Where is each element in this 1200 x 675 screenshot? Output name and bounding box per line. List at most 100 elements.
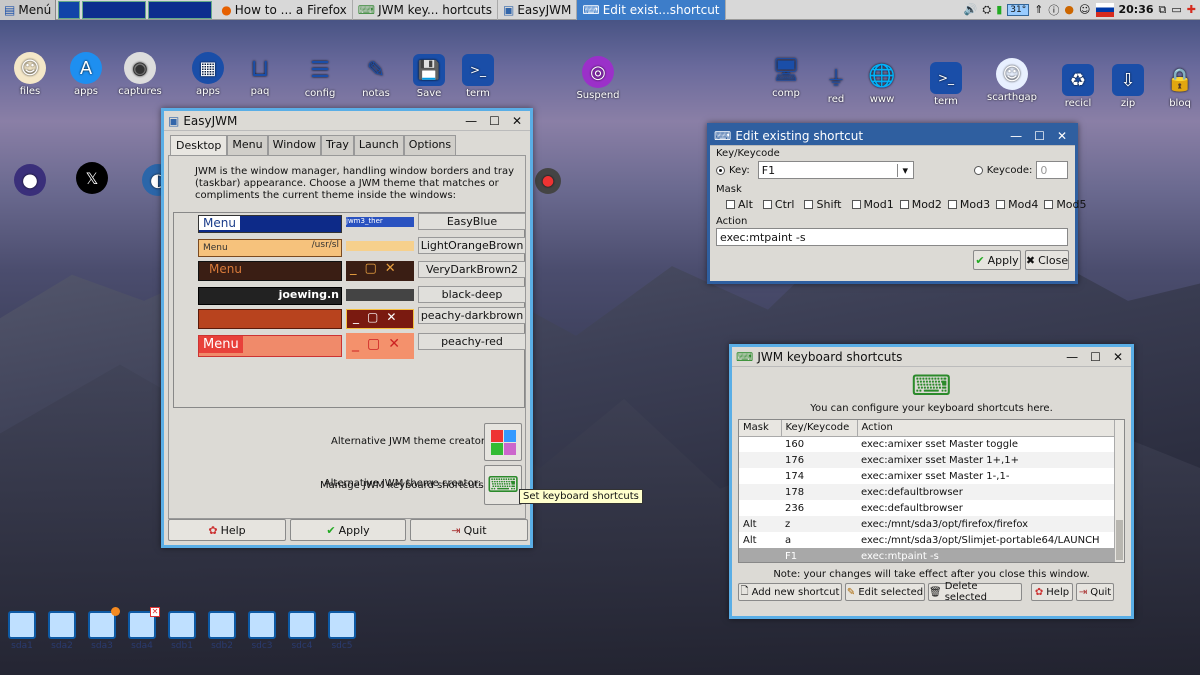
task-easyjwm[interactable]: ▣ EasyJWM [498,0,578,20]
desktop-icon-bloq[interactable]: 🔒 bloq [1150,64,1200,110]
mask-mod3-checkbox[interactable]: Mod3 [947,198,990,211]
update-icon[interactable]: ⇑ [1034,3,1043,16]
edit-close-button[interactable]: ✖ Close [1025,250,1069,270]
desktop-icon-term[interactable]: >_ term [448,54,508,99]
scrollbar-thumb[interactable] [1116,520,1123,560]
add-shortcut-button[interactable]: 🗋 Add new shortcut [738,583,842,601]
theme-preview-verydarkbrown2[interactable]: Menu [198,261,342,281]
table-row[interactable]: 174 exec:amixer sset Master 1-,1- [739,468,1115,484]
close-icon[interactable]: ✕ [512,114,522,128]
table-row[interactable]: Alt a exec:/mnt/sda3/opt/Slimjet-portable6… [739,532,1115,548]
canada-flag-icon[interactable]: ✚ [1187,3,1196,16]
drive-icon[interactable] [248,611,276,639]
table-row[interactable]: 178 exec:defaultbrowser [739,484,1115,500]
task-jwm-shortcuts[interactable]: ⌨ JWM key... hortcuts [353,0,498,20]
start-menu-button[interactable]: ▤ Menú [0,0,57,20]
mask-mod4-checkbox[interactable]: Mod4 [996,198,1038,211]
drive-icon[interactable]: ✕ [128,607,160,639]
theme-easyblue-button[interactable]: EasyBlue [418,213,526,230]
tab-options[interactable]: Options [403,135,457,155]
theme-verydarkbrown2-button[interactable]: VeryDarkBrown2 [418,261,526,278]
workspace-1[interactable] [58,0,81,19]
column-keycode[interactable]: Key/Keycode [781,420,858,437]
record-icon[interactable]: ● [1064,3,1074,16]
battery-icon[interactable]: ▮ [996,3,1002,16]
mask-alt-checkbox[interactable]: Alt [726,198,753,211]
minimize-icon[interactable]: — [1010,129,1022,143]
action-input[interactable]: exec:mtpaint -s [716,228,1068,246]
desktop-icon-www[interactable]: 🌐 www [852,60,912,106]
desktop-icon-notas[interactable]: ✎ notas [346,54,406,100]
drive-icon[interactable] [288,611,316,639]
theme-preview-peachy-red[interactable]: Menu [198,335,342,357]
maximize-icon[interactable]: ☐ [1090,350,1101,364]
minimize-icon[interactable]: — [1066,350,1078,364]
maximize-icon[interactable]: ☐ [489,114,500,128]
desktop-icon-captures[interactable]: ◉ captures [110,52,170,97]
theme-preview-peachy-darkbrown[interactable] [198,309,342,329]
manage-shortcuts-button[interactable]: ⌨ [484,465,522,505]
shortcuts-titlebar[interactable]: ⌨ JWM keyboard shortcuts — ☐ ✕ [732,347,1131,367]
drive-icon[interactable] [8,611,36,639]
tab-menu[interactable]: Menu [227,135,268,155]
shortcuts-quit-button[interactable]: ⇥ Quit [1076,583,1114,601]
desktop-icon-zip[interactable]: ⇩ zip [1098,64,1158,109]
workspace-3[interactable] [148,0,213,19]
desktop-icon-term-2[interactable]: >_ term [916,62,976,107]
help-button[interactable]: ✿ Help [168,519,286,541]
desktop-icon-apps[interactable]: Aapps [56,52,116,97]
edit-selected-button[interactable]: ✎ Edit selected [845,583,925,601]
table-row[interactable]: 176 exec:amixer sset Master 1+,1+ [739,452,1115,468]
flag-icon[interactable] [1095,2,1114,17]
quit-button[interactable]: ⇥ Quit [410,519,528,541]
workspace-2[interactable] [82,0,147,19]
edit-dialog-titlebar[interactable]: ⌨ Edit existing shortcut — ☐ ✕ [710,126,1075,146]
mask-mod5-checkbox[interactable]: Mod5 [1044,198,1087,211]
desktop-icon-scarthgap[interactable]: ☺ scarthgap [982,58,1042,103]
workspace-pager[interactable] [58,0,214,19]
tab-desktop[interactable]: Desktop [170,135,228,155]
theme-black-deep-button[interactable]: black-deep [418,286,526,303]
drive-icon[interactable] [48,611,76,639]
temperature-badge[interactable]: 31° [1007,3,1030,16]
drive-icon[interactable] [88,607,120,639]
theme-lightorangebrown-button[interactable]: LightOrangeBrown [418,237,526,254]
desktop-icon-config[interactable]: ☰ config [290,54,350,100]
theme-preview-lightorangebrown[interactable]: Menu/usr/sl [198,239,342,257]
apply-button[interactable]: ✔ Apply [290,519,406,541]
mask-mod2-checkbox[interactable]: Mod2 [899,198,942,211]
table-row[interactable]: Alt z exec:/mnt/sda3/opt/firefox/firefox [739,516,1115,532]
tab-window[interactable]: Window [267,135,321,155]
desktop-icon-x[interactable]: 𝕏 [62,162,122,196]
close-icon[interactable]: ✕ [1057,129,1067,143]
table-scrollbar[interactable] [1114,420,1124,562]
tab-launch[interactable]: Launch [353,135,404,155]
table-row[interactable]: F1 exec:mtpaint -s [739,548,1115,562]
clock[interactable]: 20:36 [1119,3,1154,16]
tab-tray[interactable]: Tray [320,135,354,155]
key-select[interactable]: F1 ▾ [757,161,914,179]
desktop-icon-files[interactable]: ☺ files [0,52,60,97]
column-mask[interactable]: Mask [739,420,782,437]
desktop-icon-apps-grid[interactable]: ▦ apps [178,52,238,97]
delete-selected-button[interactable]: 🗑 Delete selected [928,581,1022,603]
easyjwm-titlebar[interactable]: ▣ EasyJWM — ☐ ✕ [164,111,530,131]
volume-icon[interactable]: 🔊 [964,3,978,16]
keycode-spinner[interactable]: 0 [1036,161,1069,179]
desktop-icon-firefox[interactable]: ● [0,164,60,198]
drive-icon[interactable] [328,611,356,639]
task-edit-shortcut[interactable]: ⌨ Edit exist...shortcut [577,0,726,20]
mask-mod1-checkbox[interactable]: Mod1 [851,198,894,211]
close-icon[interactable]: ✕ [1113,350,1123,364]
screen-icon[interactable]: ▭ [1171,3,1181,16]
theme-peachy-red-button[interactable]: peachy-red [418,333,526,350]
table-row[interactable]: 160 exec:amixer sset Master toggle [739,436,1115,452]
column-action[interactable]: Action [857,420,1115,437]
mask-shift-checkbox[interactable]: Shift [804,198,842,211]
maximize-icon[interactable]: ☐ [1034,129,1045,143]
drive-icon[interactable] [208,611,236,639]
keycode-radio[interactable] [973,165,983,175]
theme-preview-easyblue[interactable]: Menu [198,215,342,233]
info-icon[interactable]: ⓘ [1048,2,1059,18]
table-row[interactable]: 236 exec:defaultbrowser [739,500,1115,516]
